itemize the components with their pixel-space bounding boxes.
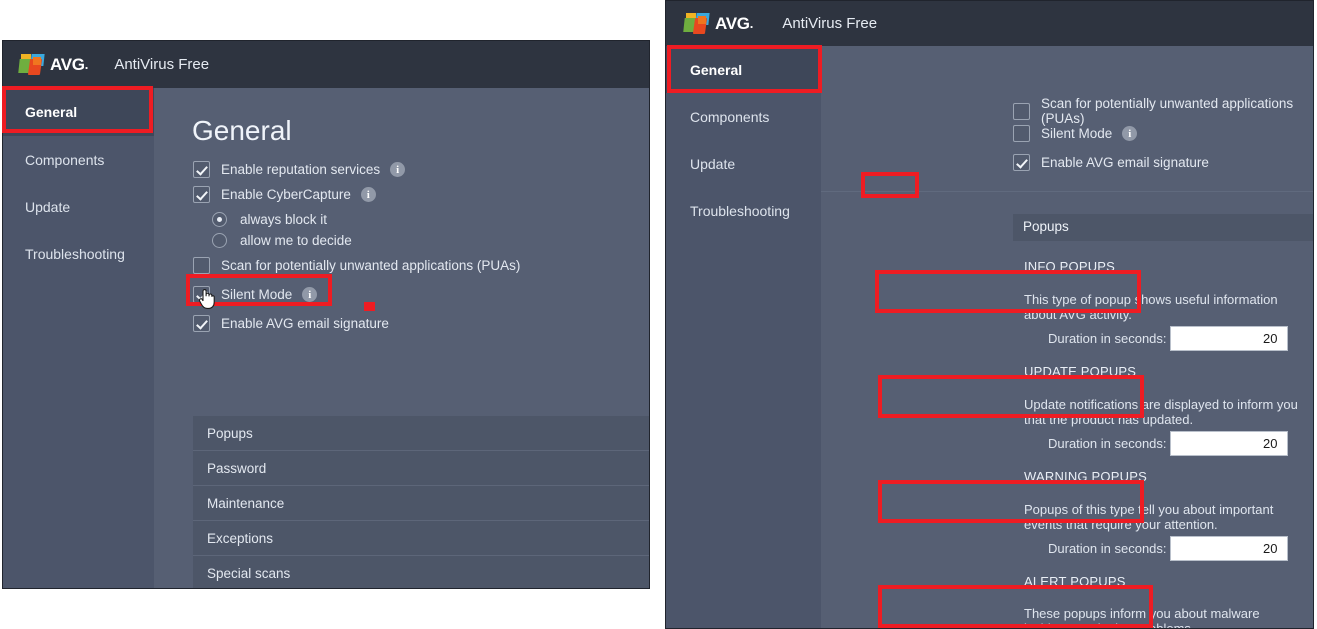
- app-title: AntiVirus Free: [782, 15, 878, 32]
- popups-tab-strip: Popups: [1013, 214, 1313, 241]
- radio-button[interactable]: [212, 233, 227, 248]
- checkbox[interactable]: [193, 186, 210, 203]
- page-title: General: [192, 115, 292, 146]
- option-label: Silent Mode: [1041, 126, 1113, 141]
- duration-row-info-popups: Duration in seconds:: [1048, 326, 1288, 351]
- duration-input[interactable]: [1169, 326, 1288, 351]
- list-item-maintenance[interactable]: Maintenance: [193, 486, 649, 521]
- sidebar-item-label: Update: [690, 155, 736, 172]
- section-description-update-popups: Update notifications are displayed to in…: [1024, 397, 1298, 427]
- duration-input[interactable]: [1169, 536, 1288, 561]
- info-icon[interactable]: i: [390, 162, 406, 177]
- option-enable-avg-email-signature[interactable]: Enable AVG email signature: [193, 315, 389, 332]
- section-heading-alert-popups: ALERT POPUPS: [1024, 574, 1126, 589]
- sidebar-item-general[interactable]: General: [3, 88, 154, 136]
- radio-always-block-it[interactable]: always block it: [212, 212, 327, 227]
- sidebar-item-update[interactable]: Update: [666, 140, 821, 187]
- info-icon[interactable]: i: [302, 287, 318, 302]
- avg-logo-icon: [683, 12, 710, 36]
- sidebar-item-update[interactable]: Update: [3, 183, 154, 230]
- radio-button[interactable]: [212, 212, 227, 227]
- red-marker-dot: [364, 302, 375, 311]
- checkbox[interactable]: [1013, 102, 1030, 120]
- option-enable-avg-email-signature[interactable]: Enable AVG email signature: [1013, 154, 1209, 171]
- option-enable-reputation-services[interactable]: Enable reputation services i: [193, 161, 406, 178]
- section-heading-info-popups: INFO POPUPS: [1024, 259, 1116, 274]
- sidebar-item-troubleshooting[interactable]: Troubleshooting: [666, 187, 821, 234]
- tab-popups-label[interactable]: Popups: [1023, 219, 1069, 234]
- radio-allow-me-to-decide[interactable]: allow me to decide: [212, 233, 352, 248]
- section-description-alert-popups: These popups inform you about malware in…: [1024, 606, 1260, 629]
- app-title: AntiVirus Free: [114, 56, 210, 73]
- section-list: Popups Password Maintenance Exceptions S…: [193, 416, 649, 588]
- sidebar-item-label: Components: [690, 108, 770, 125]
- section-heading-warning-popups: WARNING POPUPS: [1024, 469, 1147, 484]
- option-label: allow me to decide: [240, 233, 352, 248]
- avg-wordmark-dot: .: [84, 57, 89, 72]
- info-icon[interactable]: i: [1122, 126, 1138, 141]
- content-divider: [821, 191, 1313, 192]
- option-label: Enable CyberCapture: [221, 187, 351, 202]
- list-item-label: Maintenance: [207, 495, 285, 511]
- section-heading-update-popups: UPDATE POPUPS: [1024, 364, 1137, 379]
- sidebar-item-components[interactable]: Components: [3, 136, 154, 183]
- option-label: Scan for potentially unwanted applicatio…: [1041, 96, 1294, 126]
- option-silent-mode[interactable]: Silent Mode i: [1013, 125, 1138, 142]
- right-settings-window: AVG . AntiVirus Free General Components …: [665, 0, 1314, 629]
- sidebar-item-components[interactable]: Components: [666, 93, 821, 140]
- checkbox[interactable]: [193, 257, 210, 274]
- list-item-label: Special scans: [207, 565, 291, 581]
- option-label: Enable AVG email signature: [221, 316, 389, 331]
- option-label: Scan for potentially unwanted applicatio…: [221, 258, 521, 273]
- mouse-cursor-hand: [198, 289, 215, 309]
- option-label: Enable reputation services: [221, 162, 381, 177]
- avg-wordmark: AVG: [715, 13, 750, 33]
- checkbox[interactable]: [1013, 125, 1030, 142]
- sidebar-item-troubleshooting[interactable]: Troubleshooting: [3, 230, 154, 277]
- section-description-warning-popups: Popups of this type tell you about impor…: [1024, 502, 1274, 532]
- right-sidebar: General Components Update Troubleshootin…: [666, 46, 821, 628]
- duration-input[interactable]: [1169, 431, 1288, 456]
- info-icon[interactable]: i: [360, 187, 376, 202]
- option-label: Enable AVG email signature: [1041, 155, 1209, 170]
- list-item-label: Popups: [207, 425, 253, 441]
- sidebar-item-label: Update: [25, 198, 71, 215]
- left-settings-window: AVG . AntiVirus Free General Components …: [2, 40, 650, 589]
- option-scan-for-puas[interactable]: Scan for potentially unwanted applicatio…: [193, 257, 520, 274]
- option-label: Silent Mode: [221, 287, 293, 302]
- list-item-label: Password: [207, 460, 267, 476]
- option-enable-cybercapture[interactable]: Enable CyberCapture i: [193, 186, 376, 203]
- sidebar-item-label: General: [25, 104, 78, 120]
- right-content: Scan for potentially unwanted applicatio…: [821, 46, 1313, 629]
- option-scan-for-puas[interactable]: Scan for potentially unwanted applicatio…: [1013, 96, 1313, 126]
- sidebar-item-label: Troubleshooting: [25, 245, 125, 262]
- avg-wordmark-dot: .: [749, 16, 754, 31]
- sidebar-item-label: Troubleshooting: [690, 202, 790, 219]
- list-item-exceptions[interactable]: Exceptions: [193, 521, 649, 556]
- list-item-popups[interactable]: Popups: [193, 416, 649, 451]
- duration-label: Duration in seconds:: [1048, 436, 1167, 451]
- duration-row-warning-popups: Duration in seconds:: [1048, 536, 1288, 561]
- list-item-label: Exceptions: [207, 530, 274, 546]
- sidebar-item-general[interactable]: General: [666, 46, 821, 93]
- duration-label: Duration in seconds:: [1048, 331, 1167, 346]
- option-label: always block it: [240, 212, 328, 227]
- sidebar-item-label: General: [690, 61, 743, 78]
- duration-label: Duration in seconds:: [1048, 541, 1167, 556]
- right-titlebar: AVG . AntiVirus Free: [666, 1, 1313, 46]
- left-content: General Enable reputation services i Ena…: [154, 88, 649, 588]
- checkbox[interactable]: [193, 161, 210, 178]
- sidebar-item-label: Components: [25, 151, 105, 168]
- list-item-password[interactable]: Password: [193, 451, 649, 486]
- screenshot-root: AVG . AntiVirus Free General Components …: [0, 0, 1317, 629]
- avg-logo-icon: [18, 53, 45, 77]
- left-titlebar: AVG . AntiVirus Free: [3, 41, 649, 88]
- avg-wordmark: AVG: [50, 54, 85, 74]
- duration-row-update-popups: Duration in seconds:: [1048, 431, 1288, 456]
- list-item-special-scans[interactable]: Special scans: [193, 556, 649, 588]
- left-sidebar: General Components Update Troubleshootin…: [3, 88, 154, 588]
- checkbox[interactable]: [1013, 154, 1030, 171]
- section-description-info-popups: This type of popup shows useful informat…: [1024, 292, 1278, 322]
- checkbox[interactable]: [193, 315, 210, 332]
